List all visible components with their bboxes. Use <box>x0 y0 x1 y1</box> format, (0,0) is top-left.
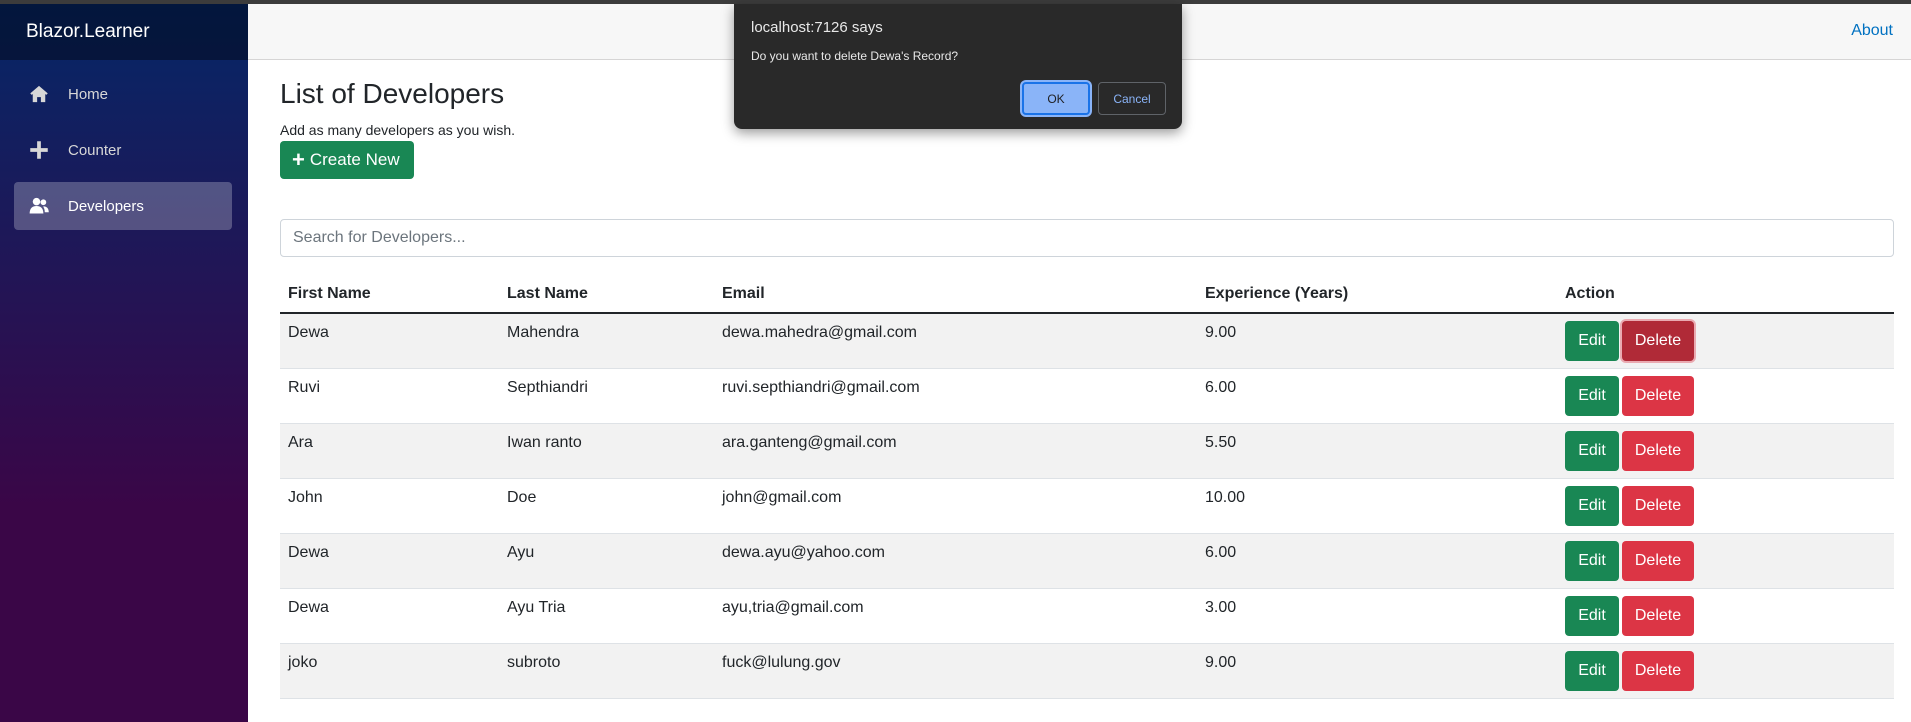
plus-icon: + <box>292 147 305 172</box>
column-header-email: Email <box>714 275 1197 314</box>
cell-email: fuck@lulung.gov <box>714 643 1197 699</box>
column-header-experience: Experience (Years) <box>1197 275 1557 314</box>
table-row: Ara Iwan ranto ara.ganteng@gmail.com 5.5… <box>280 423 1894 479</box>
column-header-action: Action <box>1557 275 1894 314</box>
dialog-message: Do you want to delete Dewa's Record? <box>751 49 959 63</box>
delete-button[interactable]: Delete <box>1622 485 1694 526</box>
cell-experience: 9.00 <box>1197 643 1557 699</box>
table-row: Ruvi Septhiandri ruvi.septhiandri@gmail.… <box>280 368 1894 424</box>
cell-experience: 6.00 <box>1197 533 1557 589</box>
delete-button[interactable]: Delete <box>1622 540 1694 581</box>
cell-action: Edit Delete <box>1557 478 1894 534</box>
table-row: joko subroto fuck@lulung.gov 9.00 Edit De… <box>280 643 1894 699</box>
edit-button[interactable]: Edit <box>1565 375 1619 416</box>
table-header-row: First Name Last Name Email Experience (Y… <box>280 275 1894 314</box>
cell-action: Edit Delete <box>1557 313 1894 369</box>
dialog-origin: localhost:7126 says <box>751 19 883 36</box>
cell-experience: 9.00 <box>1197 313 1557 369</box>
cell-last-name: subroto <box>499 643 714 699</box>
sidebar-item-label: Counter <box>68 141 122 159</box>
brand-title[interactable]: Blazor.Learner <box>0 4 248 60</box>
cell-first-name: John <box>280 478 499 534</box>
cell-last-name: Mahendra <box>499 313 714 369</box>
dialog-ok-button[interactable]: OK <box>1022 82 1090 115</box>
dialog-cancel-button[interactable]: Cancel <box>1098 82 1166 115</box>
cell-last-name: Septhiandri <box>499 368 714 424</box>
sidebar-item-label: Home <box>68 85 109 103</box>
sidebar-item-counter[interactable]: Counter <box>14 126 232 174</box>
cell-first-name: Ruvi <box>280 368 499 424</box>
edit-button[interactable]: Edit <box>1565 595 1619 636</box>
cell-action: Edit Delete <box>1557 533 1894 589</box>
cell-email: ayu,tria@gmail.com <box>714 588 1197 644</box>
sidebar-item-home[interactable]: Home <box>14 70 232 118</box>
sidebar-item-label: Developers <box>68 197 144 215</box>
developers-table: First Name Last Name Email Experience (Y… <box>280 275 1894 699</box>
cell-last-name: Doe <box>499 478 714 534</box>
cell-first-name: Dewa <box>280 533 499 589</box>
create-new-label: Create New <box>309 150 400 169</box>
column-header-last-name: Last Name <box>499 275 714 314</box>
cell-email: john@gmail.com <box>714 478 1197 534</box>
delete-button[interactable]: Delete <box>1622 650 1694 691</box>
plus-icon <box>28 139 50 161</box>
about-link[interactable]: About <box>1851 22 1893 40</box>
delete-button[interactable]: Delete <box>1622 595 1694 636</box>
cell-experience: 10.00 <box>1197 478 1557 534</box>
cell-experience: 5.50 <box>1197 423 1557 479</box>
sidebar: Blazor.Learner Home Counter Developers <box>0 4 248 722</box>
edit-button[interactable]: Edit <box>1565 650 1619 691</box>
cell-action: Edit Delete <box>1557 588 1894 644</box>
cell-experience: 6.00 <box>1197 368 1557 424</box>
delete-button[interactable]: Delete <box>1622 321 1694 361</box>
cell-last-name: Ayu <box>499 533 714 589</box>
cell-email: dewa.ayu@yahoo.com <box>714 533 1197 589</box>
column-header-first-name: First Name <box>280 275 499 314</box>
delete-button[interactable]: Delete <box>1622 430 1694 471</box>
table-row: John Doe john@gmail.com 10.00 Edit Delete <box>280 478 1894 534</box>
cell-first-name: Ara <box>280 423 499 479</box>
search-input[interactable] <box>280 219 1894 257</box>
table-row: Dewa Mahendra dewa.mahedra@gmail.com 9.0… <box>280 313 1894 369</box>
delete-button[interactable]: Delete <box>1622 375 1694 416</box>
cell-last-name: Iwan ranto <box>499 423 714 479</box>
table-row: Dewa Ayu dewa.ayu@yahoo.com 6.00 Edit Del… <box>280 533 1894 589</box>
cell-first-name: Dewa <box>280 313 499 369</box>
create-new-button[interactable]: + Create New <box>280 141 414 179</box>
cell-email: dewa.mahedra@gmail.com <box>714 313 1197 369</box>
cell-action: Edit Delete <box>1557 368 1894 424</box>
cell-first-name: Dewa <box>280 588 499 644</box>
sidebar-nav: Home Counter Developers <box>0 60 248 230</box>
cell-email: ara.ganteng@gmail.com <box>714 423 1197 479</box>
sidebar-item-developers[interactable]: Developers <box>14 182 232 230</box>
main-content: List of Developers Add as many developer… <box>280 60 1894 699</box>
cell-email: ruvi.septhiandri@gmail.com <box>714 368 1197 424</box>
cell-last-name: Ayu Tria <box>499 588 714 644</box>
edit-button[interactable]: Edit <box>1565 430 1619 471</box>
cell-action: Edit Delete <box>1557 643 1894 699</box>
cell-first-name: joko <box>280 643 499 699</box>
people-icon <box>28 195 50 217</box>
edit-button[interactable]: Edit <box>1565 485 1619 526</box>
home-icon <box>28 83 50 105</box>
cell-experience: 3.00 <box>1197 588 1557 644</box>
edit-button[interactable]: Edit <box>1565 540 1619 581</box>
table-row: Dewa Ayu Tria ayu,tria@gmail.com 3.00 Ed… <box>280 588 1894 644</box>
cell-action: Edit Delete <box>1557 423 1894 479</box>
edit-button[interactable]: Edit <box>1565 321 1619 361</box>
confirm-dialog: localhost:7126 says Do you want to delet… <box>734 4 1182 129</box>
